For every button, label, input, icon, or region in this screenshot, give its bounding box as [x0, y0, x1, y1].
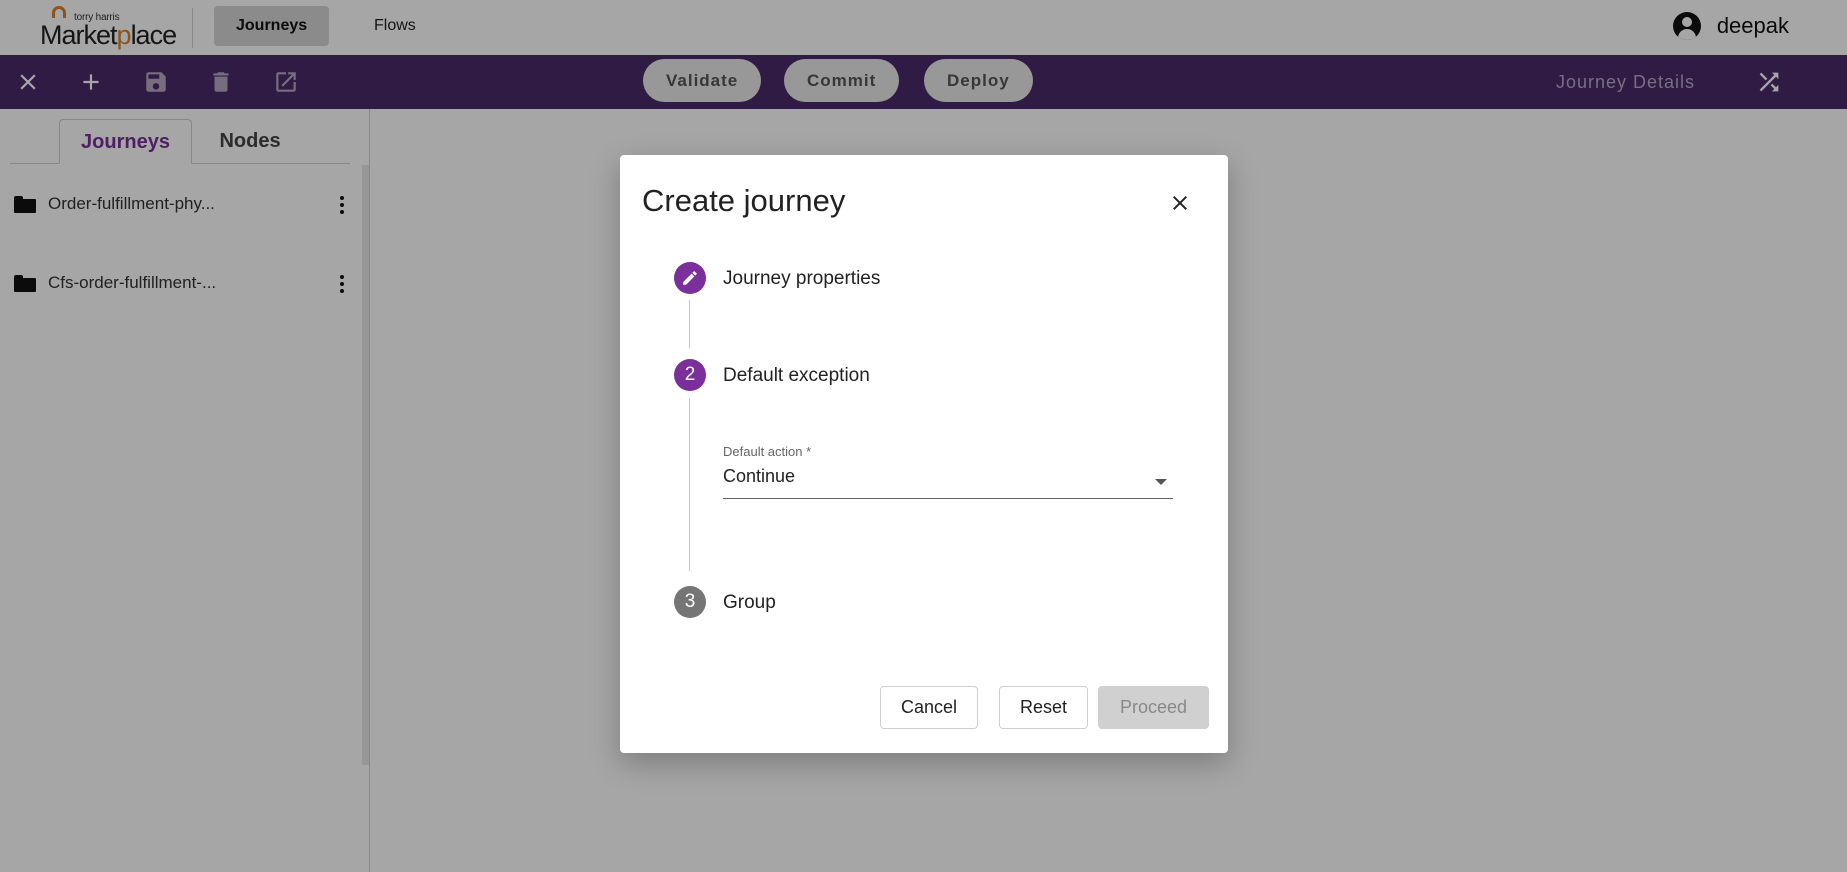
step-connector	[689, 398, 690, 571]
step-2-label[interactable]: Default exception	[723, 365, 870, 387]
create-journey-dialog: Create journey Journey properties 2 Defa…	[620, 155, 1228, 753]
cancel-button[interactable]: Cancel	[880, 686, 979, 729]
step-3-label[interactable]: Group	[723, 592, 776, 614]
reset-button[interactable]: Reset	[999, 686, 1089, 729]
step-1-label[interactable]: Journey properties	[723, 268, 880, 290]
select-underline	[723, 498, 1173, 499]
default-action-label: Default action *	[723, 444, 812, 459]
step-connector	[689, 300, 690, 348]
edit-pencil-icon	[683, 271, 697, 285]
dialog-title: Create journey	[642, 183, 846, 218]
default-action-select[interactable]: Continue	[723, 466, 795, 487]
step-3-indicator[interactable]: 3	[674, 586, 706, 618]
chevron-down-icon[interactable]	[1155, 479, 1167, 485]
step-1-indicator[interactable]	[674, 262, 706, 294]
step-2-indicator[interactable]: 2	[674, 359, 706, 391]
proceed-button[interactable]: Proceed	[1098, 686, 1210, 729]
close-icon[interactable]	[1168, 191, 1192, 215]
